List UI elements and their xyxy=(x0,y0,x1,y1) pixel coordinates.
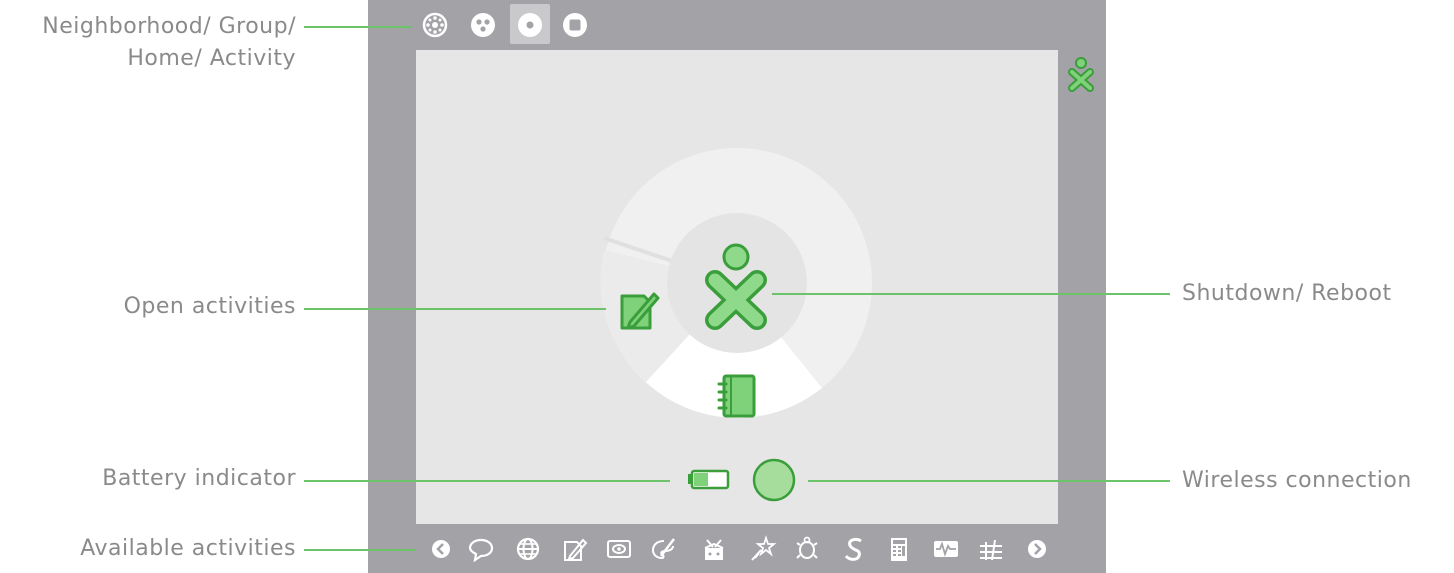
etoys-icon[interactable] xyxy=(749,535,777,562)
label-available-activities: Available activities xyxy=(80,536,296,561)
callout-line-open-activities xyxy=(304,308,606,310)
paint-icon[interactable] xyxy=(650,536,676,562)
label-wireless-connection: Wireless connection xyxy=(1182,468,1412,493)
write-icon[interactable] xyxy=(561,536,588,562)
wireless-connection-icon[interactable] xyxy=(752,458,796,502)
label-shutdown-reboot: Shutdown/ Reboot xyxy=(1182,281,1392,306)
turtleart-icon[interactable] xyxy=(794,536,820,562)
home-icon[interactable] xyxy=(517,12,543,38)
activity-icon[interactable] xyxy=(562,12,588,38)
callout-line-neighborhood xyxy=(304,26,412,28)
callout-line-battery xyxy=(304,480,670,482)
battery-icon xyxy=(684,468,732,494)
callout-line-shutdown xyxy=(772,293,1170,295)
xo-buddy-icon[interactable] xyxy=(1066,56,1096,92)
label-open-activities: Open activities xyxy=(123,294,296,319)
write-activity-icon[interactable] xyxy=(616,286,660,332)
record-icon[interactable] xyxy=(606,536,632,562)
group-icon[interactable] xyxy=(470,12,496,38)
calculate-icon[interactable] xyxy=(886,536,912,562)
label-battery-indicator: Battery indicator xyxy=(102,466,296,491)
callout-line-available-activities xyxy=(304,549,416,551)
scroll-left-icon[interactable] xyxy=(428,536,454,562)
web-icon[interactable] xyxy=(515,536,541,562)
label-neighborhood-line2: Home/ Activity xyxy=(127,46,296,71)
xo-shutdown-icon[interactable] xyxy=(700,242,772,332)
neighborhood-icon[interactable] xyxy=(422,12,448,38)
tamtam-icon[interactable] xyxy=(701,536,727,562)
chat-icon[interactable] xyxy=(468,536,494,563)
scroll-right-icon[interactable] xyxy=(1024,536,1050,562)
measure-icon[interactable] xyxy=(933,536,959,562)
memorize-icon[interactable] xyxy=(978,536,1004,562)
callout-line-wireless xyxy=(808,480,1170,482)
label-neighborhood-line1: Neighborhood/ Group/ xyxy=(42,14,296,39)
journal-icon[interactable] xyxy=(714,372,760,420)
pippy-icon[interactable] xyxy=(841,536,867,562)
